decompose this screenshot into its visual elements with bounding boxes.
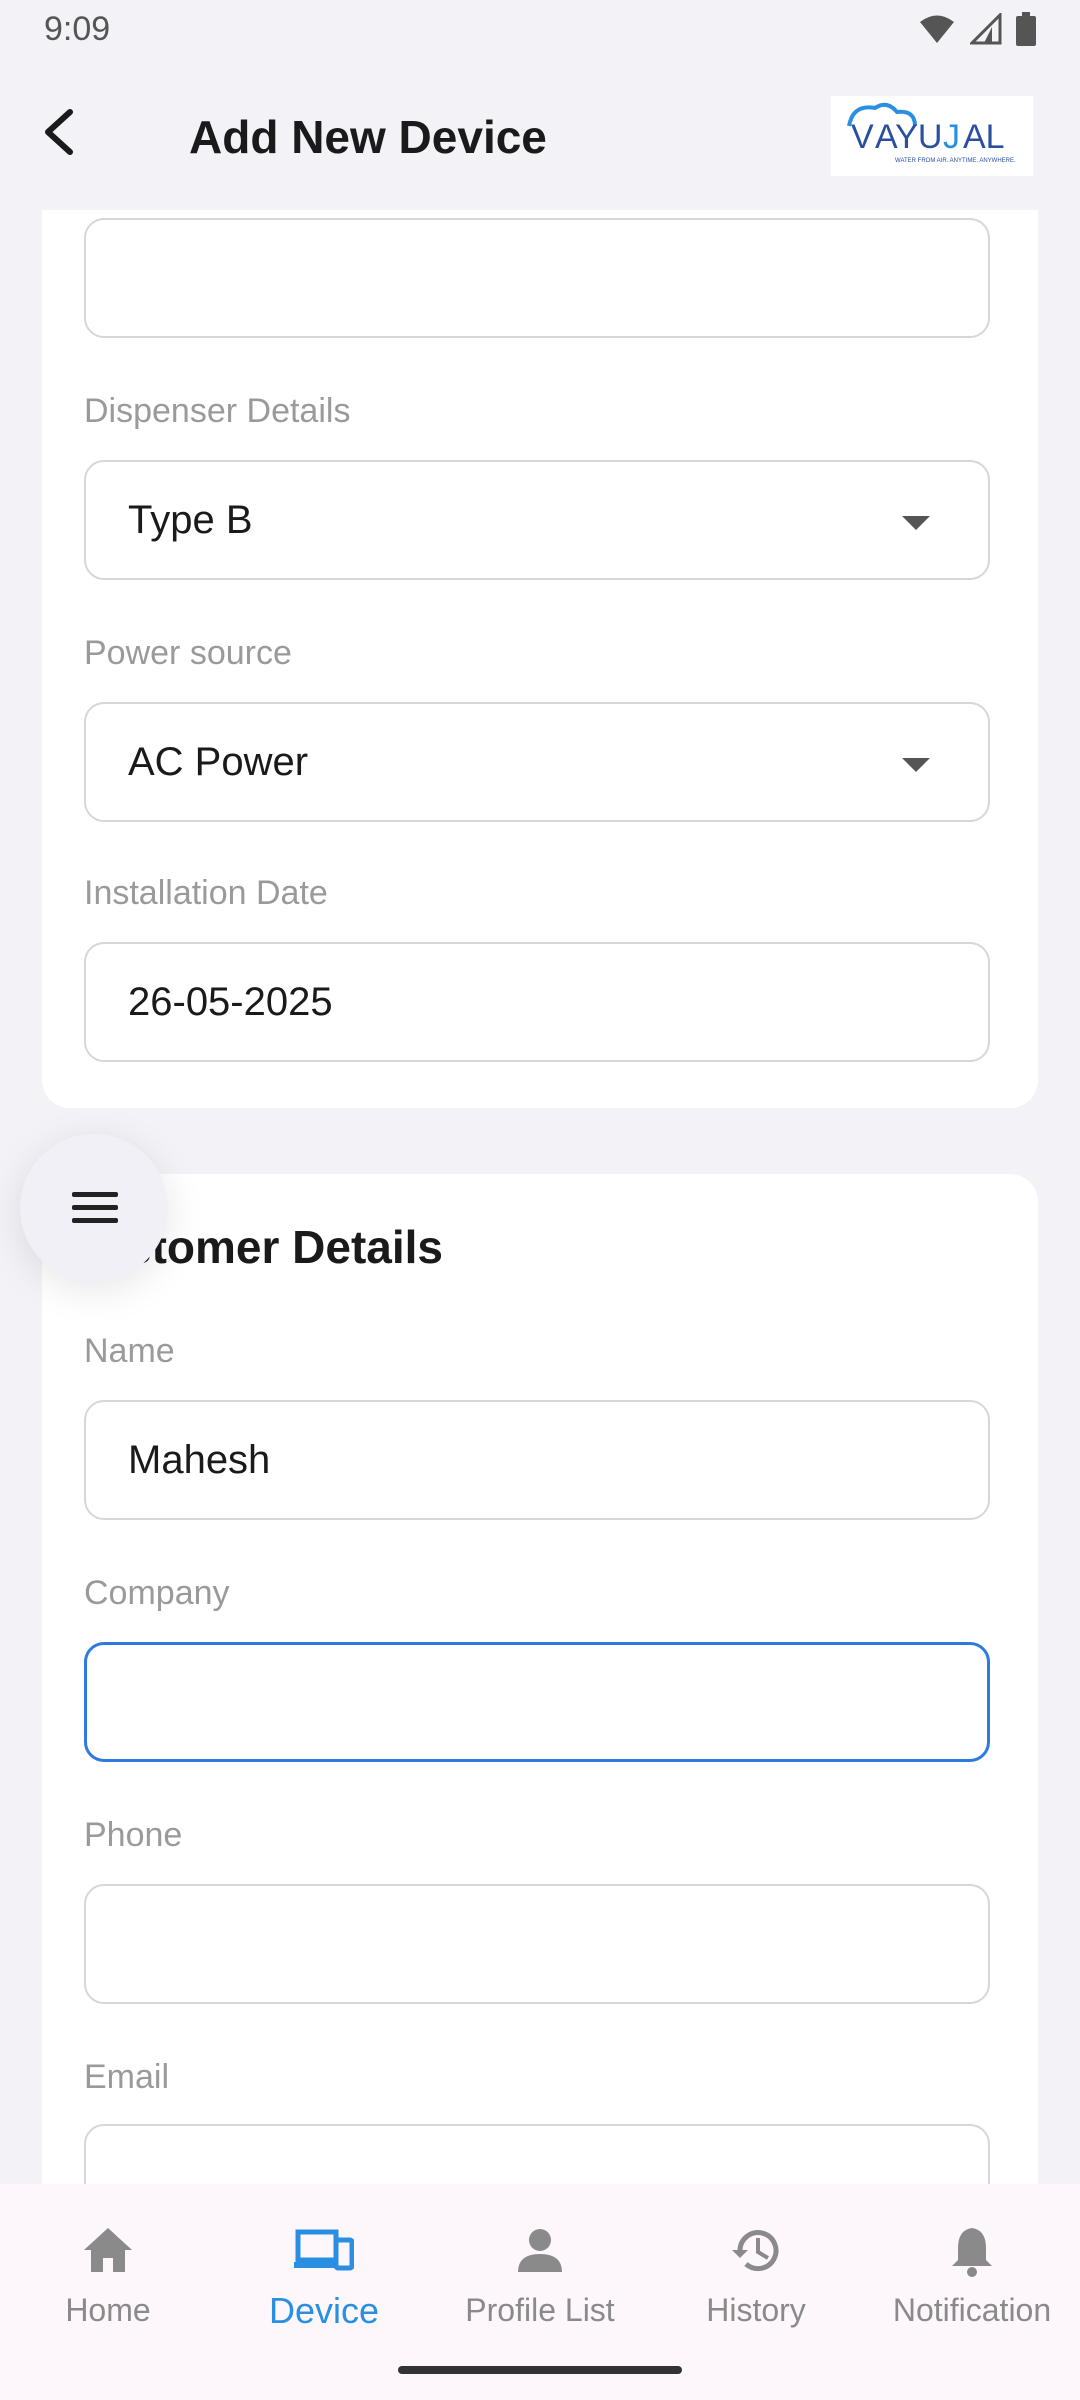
- nav-item-history[interactable]: History: [648, 2204, 864, 2344]
- history-icon: [732, 2230, 779, 2272]
- phone-label: Phone: [84, 1816, 183, 1854]
- power-source-value: AC Power: [128, 740, 309, 784]
- person-icon: [518, 2229, 562, 2272]
- app-bar: Add New Device V AYU J AL WATER FROM AIR…: [0, 62, 1080, 210]
- company-field[interactable]: [84, 1642, 990, 1762]
- vayujal-logo-icon: V AYU J AL WATER FROM AIR. ANYTIME. ANYW…: [847, 102, 1016, 164]
- svg-text:WATER FROM AIR. ANYTIME. ANYWH: WATER FROM AIR. ANYTIME. ANYWHERE.: [895, 158, 1016, 164]
- device-field-previous[interactable]: [84, 218, 990, 338]
- page-title: Add New Device: [189, 111, 547, 163]
- nav-item-profile-list[interactable]: Profile List: [432, 2204, 648, 2344]
- battery-icon: [1016, 12, 1036, 46]
- brand-logo: V AYU J AL WATER FROM AIR. ANYTIME. ANYW…: [831, 96, 1033, 176]
- installation-date-value: 26-05-2025: [128, 980, 333, 1024]
- bell-icon: [952, 2228, 992, 2277]
- dispenser-details-label: Dispenser Details: [84, 392, 351, 430]
- signal-icon: [970, 13, 1002, 45]
- back-button[interactable]: [30, 102, 90, 162]
- svg-text:AYU: AYU: [875, 118, 942, 156]
- dispenser-details-dropdown[interactable]: Type B: [84, 460, 990, 580]
- customer-details-title: stomer Details: [126, 1221, 444, 1273]
- company-label: Company: [84, 1574, 230, 1612]
- wifi-icon: [920, 15, 954, 43]
- name-label: Name: [84, 1332, 175, 1370]
- power-source-dropdown[interactable]: AC Power: [84, 702, 990, 822]
- power-source-label: Power source: [84, 634, 292, 672]
- dropdown-arrow-icon: [902, 516, 930, 530]
- svg-text:AL: AL: [963, 118, 1005, 156]
- nav-item-home[interactable]: Home: [0, 2204, 216, 2344]
- devices-icon: [294, 2229, 354, 2271]
- name-value: Mahesh: [128, 1438, 271, 1482]
- home-icon: [84, 2228, 132, 2272]
- dropdown-arrow-icon: [902, 758, 930, 772]
- status-icons: [918, 12, 1036, 46]
- email-field[interactable]: [84, 2124, 990, 2184]
- gesture-bar[interactable]: [398, 2366, 682, 2374]
- nav-item-device[interactable]: Device: [216, 2204, 432, 2344]
- menu-fab-button[interactable]: [20, 1134, 168, 1282]
- nav-item-notification[interactable]: Notification: [864, 2204, 1080, 2344]
- status-time: 9:09: [44, 10, 111, 48]
- dispenser-details-value: Type B: [128, 498, 253, 542]
- installation-date-label: Installation Date: [84, 874, 328, 912]
- status-bar: 9:09: [0, 0, 1080, 62]
- arrow-back-icon: [45, 109, 73, 155]
- email-label: Email: [84, 2058, 170, 2096]
- svg-text:V: V: [851, 118, 874, 156]
- phone-field[interactable]: [84, 1884, 990, 2004]
- name-field[interactable]: Mahesh: [84, 1400, 990, 1520]
- svg-text:J: J: [943, 118, 960, 156]
- installation-date-field[interactable]: 26-05-2025: [84, 942, 990, 1062]
